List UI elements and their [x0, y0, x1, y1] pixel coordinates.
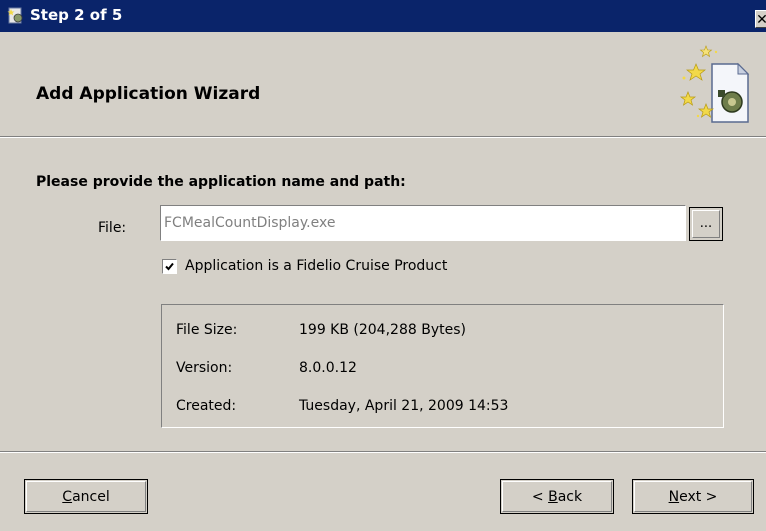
- back-prefix: <: [531, 489, 549, 505]
- wizard-app-icon: [7, 7, 23, 24]
- footer-separator-highlight: [0, 452, 766, 453]
- close-button[interactable]: ✕: [755, 10, 766, 28]
- next-button[interactable]: Next >: [632, 479, 754, 514]
- cancel-mnemonic: C: [62, 489, 73, 505]
- instruction-text: Please provide the application name and …: [36, 174, 406, 190]
- back-button[interactable]: < Back: [500, 479, 614, 514]
- wizard-icon: [679, 45, 750, 123]
- ellipsis-icon: ...: [692, 210, 720, 238]
- back-label: ack: [557, 489, 583, 505]
- fidelio-product-checkbox-label[interactable]: Application is a Fidelio Cruise Product: [185, 258, 447, 274]
- cancel-button[interactable]: Cancel: [24, 479, 148, 514]
- file-path-input[interactable]: FCMealCountDisplay.exe: [160, 205, 686, 241]
- page-title: Add Application Wizard: [36, 84, 261, 104]
- window-title: Step 2 of 5: [30, 6, 123, 24]
- version-label: Version:: [176, 360, 233, 376]
- file-info-panel: File Size: 199 KB (204,288 Bytes) Versio…: [161, 304, 724, 428]
- created-value: Tuesday, April 21, 2009 14:53: [299, 398, 509, 414]
- header-separator-highlight: [0, 137, 766, 138]
- version-value: 8.0.0.12: [299, 360, 357, 376]
- next-mnemonic: N: [668, 489, 680, 505]
- close-icon: ✕: [756, 12, 766, 27]
- browse-button[interactable]: ...: [689, 207, 723, 241]
- fidelio-product-checkbox[interactable]: [162, 259, 177, 274]
- file-size-value: 199 KB (204,288 Bytes): [299, 322, 466, 338]
- wizard-window: Step 2 of 5 ✕ Add Application Wizard Ple…: [0, 0, 766, 531]
- checkmark-icon: [165, 262, 174, 271]
- cancel-label: ancel: [72, 489, 110, 505]
- file-size-label: File Size:: [176, 322, 238, 338]
- file-label: File:: [98, 220, 127, 236]
- created-label: Created:: [176, 398, 237, 414]
- back-mnemonic: B: [548, 489, 558, 505]
- title-bar[interactable]: Step 2 of 5 ✕: [0, 0, 766, 32]
- next-label: ext >: [679, 489, 718, 505]
